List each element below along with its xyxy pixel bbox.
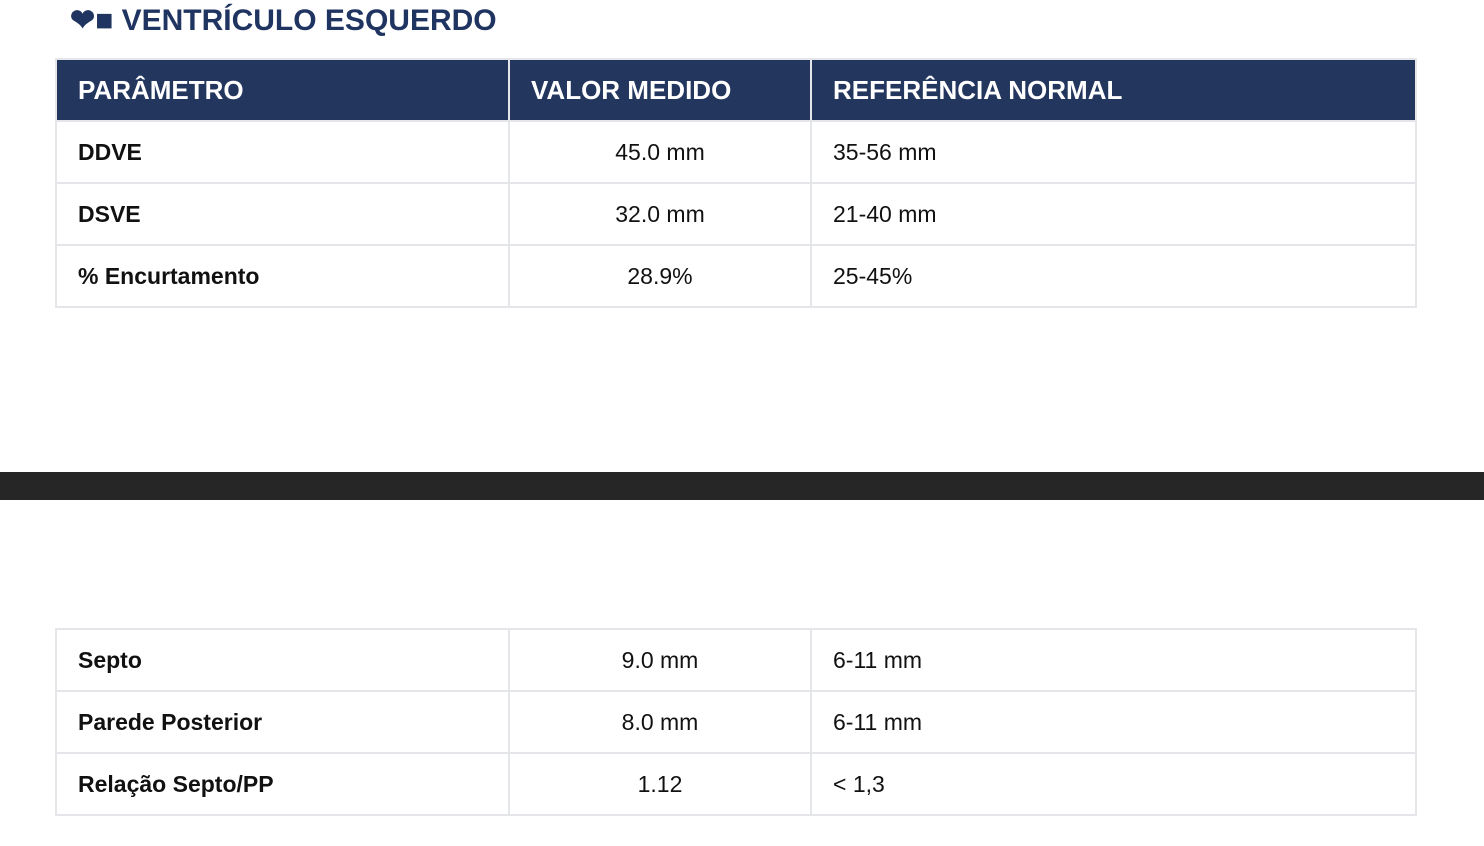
table-row: DDVE 45.0 mm 35-56 mm <box>55 120 1417 184</box>
reference-cell: 35-56 mm <box>810 120 1417 184</box>
header-parametro: PARÂMETRO <box>55 58 510 122</box>
value-cell: 28.9% <box>508 244 812 308</box>
reference-cell: 21-40 mm <box>810 182 1417 246</box>
reference-cell: 6-11 mm <box>810 628 1417 692</box>
measurements-table-continued: Septo 9.0 mm 6-11 mm Parede Posterior 8.… <box>55 628 1417 816</box>
param-cell: Septo <box>55 628 510 692</box>
reference-cell: < 1,3 <box>810 752 1417 816</box>
value-cell: 1.12 <box>508 752 812 816</box>
header-referencia-normal: REFERÊNCIA NORMAL <box>810 58 1417 122</box>
table-row: Parede Posterior 8.0 mm 6-11 mm <box>55 690 1417 754</box>
value-cell: 8.0 mm <box>508 690 812 754</box>
param-cell: % Encurtamento <box>55 244 510 308</box>
page-break-divider <box>0 472 1484 500</box>
table-row: Relação Septo/PP 1.12 < 1,3 <box>55 752 1417 816</box>
table-row: % Encurtamento 28.9% 25-45% <box>55 244 1417 308</box>
param-cell: Parede Posterior <box>55 690 510 754</box>
reference-cell: 25-45% <box>810 244 1417 308</box>
section-title: ❤■ VENTRÍCULO ESQUERDO <box>70 4 497 37</box>
header-valor-medido: VALOR MEDIDO <box>508 58 812 122</box>
table-row: Septo 9.0 mm 6-11 mm <box>55 628 1417 692</box>
measurements-table: PARÂMETRO VALOR MEDIDO REFERÊNCIA NORMAL… <box>55 58 1417 308</box>
param-cell: DDVE <box>55 120 510 184</box>
param-cell: Relação Septo/PP <box>55 752 510 816</box>
value-cell: 45.0 mm <box>508 120 812 184</box>
value-cell: 9.0 mm <box>508 628 812 692</box>
param-cell: DSVE <box>55 182 510 246</box>
table-row: DSVE 32.0 mm 21-40 mm <box>55 182 1417 246</box>
table-header-row: PARÂMETRO VALOR MEDIDO REFERÊNCIA NORMAL <box>55 58 1417 122</box>
value-cell: 32.0 mm <box>508 182 812 246</box>
reference-cell: 6-11 mm <box>810 690 1417 754</box>
